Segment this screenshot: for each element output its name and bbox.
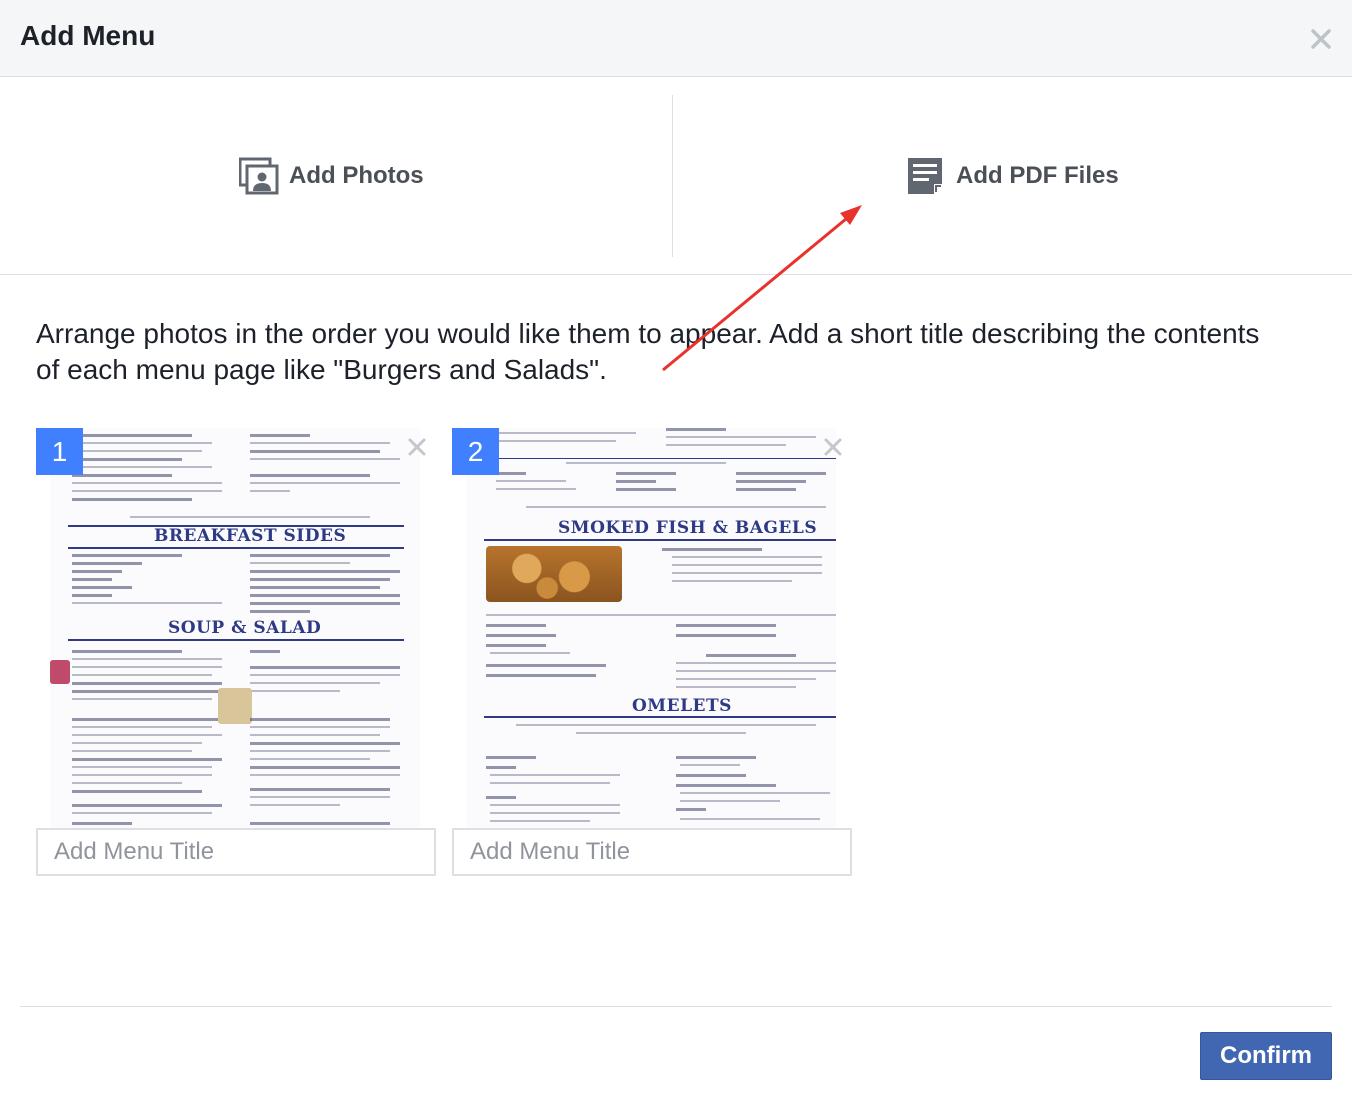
add-menu-dialog: Add Menu Add Photos Add PDF Files Arrang…: [0, 0, 1352, 1098]
add-photos-label: Add Photos: [289, 162, 424, 189]
menu-page-thumbnail[interactable]: BREAKFAST SIDES SOUP & SALAD: [50, 428, 420, 828]
pdf-file-icon: [908, 158, 942, 194]
add-pdf-files-label: Add PDF Files: [956, 162, 1119, 189]
upload-options: Add Photos Add PDF Files: [0, 77, 1352, 275]
menu-page-card: SMOKED FISH & BAGELS OMELETS 2 Add Menu …: [452, 428, 852, 876]
add-photos-button[interactable]: Add Photos: [239, 153, 424, 199]
menu-heading: SOUP & SALAD: [168, 618, 322, 638]
remove-page-icon[interactable]: [406, 436, 428, 458]
menu-page-thumbnail[interactable]: SMOKED FISH & BAGELS OMELETS: [466, 428, 836, 828]
page-number-badge: 2: [452, 428, 499, 475]
remove-page-icon[interactable]: [822, 436, 844, 458]
dialog-header: Add Menu: [0, 0, 1352, 77]
confirm-button[interactable]: Confirm: [1200, 1032, 1332, 1080]
instructions-text: Arrange photos in the order you would li…: [36, 318, 1260, 385]
menu-heading: OMELETS: [632, 696, 732, 716]
add-pdf-files-button[interactable]: Add PDF Files: [906, 153, 1119, 199]
menu-page-card: BREAKFAST SIDES SOUP & SALAD 1 Add Menu …: [36, 428, 436, 876]
menu-heading: SMOKED FISH & BAGELS: [558, 518, 818, 538]
page-number-badge: 1: [36, 428, 83, 475]
footer-divider: [20, 1006, 1332, 1007]
photos-icon: [239, 157, 279, 195]
dialog-title: Add Menu: [20, 20, 156, 51]
menu-title-input[interactable]: [452, 828, 852, 876]
close-icon[interactable]: [1308, 26, 1334, 52]
options-divider: [672, 95, 673, 257]
menu-title-input[interactable]: [36, 828, 436, 876]
menu-heading: BREAKFAST SIDES: [154, 526, 347, 546]
